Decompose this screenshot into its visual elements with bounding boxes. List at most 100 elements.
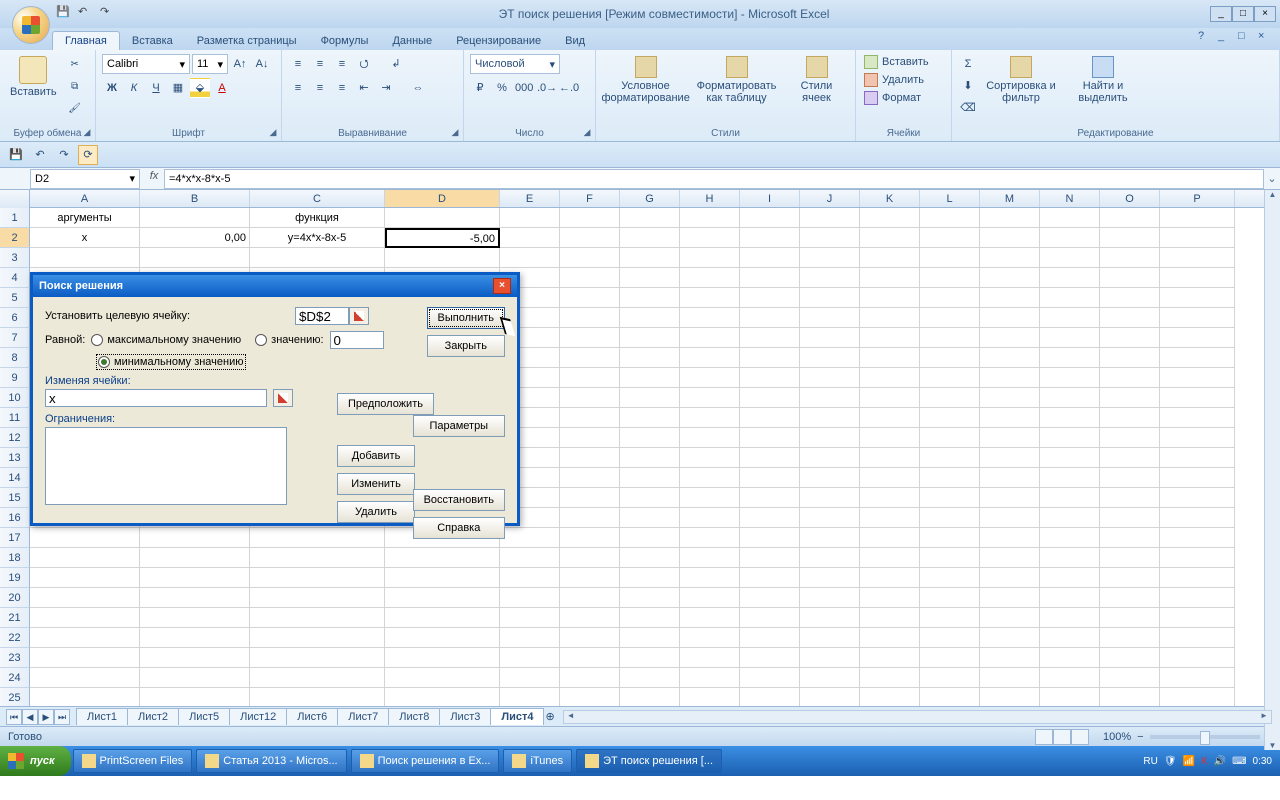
cell[interactable] (1160, 608, 1235, 628)
cell[interactable] (680, 608, 740, 628)
column-header[interactable]: K (860, 190, 920, 207)
cell[interactable] (800, 548, 860, 568)
cell[interactable] (980, 428, 1040, 448)
cell[interactable] (740, 268, 800, 288)
column-header[interactable]: G (620, 190, 680, 207)
cell[interactable] (1160, 288, 1235, 308)
cell[interactable] (1160, 508, 1235, 528)
cell[interactable] (860, 288, 920, 308)
cell[interactable] (740, 628, 800, 648)
page-layout-view-icon[interactable] (1053, 729, 1071, 745)
cell[interactable] (1160, 668, 1235, 688)
radio-min[interactable]: минимальному значению (97, 355, 245, 369)
cell[interactable] (1160, 648, 1235, 668)
orientation-icon[interactable]: ⭯ (354, 54, 374, 74)
sheet-tab[interactable]: Лист5 (178, 708, 230, 725)
cell[interactable] (500, 628, 560, 648)
cell[interactable] (620, 568, 680, 588)
ribbon-tab[interactable]: Разметка страницы (185, 32, 309, 50)
maximize-button[interactable]: □ (1232, 6, 1254, 22)
column-header[interactable]: F (560, 190, 620, 207)
cell[interactable] (920, 308, 980, 328)
cell[interactable] (1040, 268, 1100, 288)
cell[interactable] (680, 588, 740, 608)
cell[interactable] (1040, 428, 1100, 448)
radio-max[interactable]: максимальному значению (91, 334, 241, 346)
cell[interactable] (920, 468, 980, 488)
merge-button[interactable]: ⇔ (398, 78, 438, 98)
ribbon-tab[interactable]: Вставка (120, 32, 185, 50)
cell[interactable] (620, 488, 680, 508)
cell[interactable] (30, 528, 140, 548)
cell[interactable] (920, 628, 980, 648)
cell[interactable] (1100, 628, 1160, 648)
cell[interactable] (1040, 668, 1100, 688)
cell[interactable] (1100, 548, 1160, 568)
align-left-icon[interactable]: ≡ (288, 78, 308, 98)
cell[interactable] (1100, 388, 1160, 408)
clear-icon[interactable]: ⌫ (958, 98, 978, 118)
cell[interactable] (800, 528, 860, 548)
cell[interactable] (620, 288, 680, 308)
cell[interactable] (500, 588, 560, 608)
cell[interactable] (1100, 408, 1160, 428)
cell[interactable] (740, 528, 800, 548)
sheet-tab[interactable]: Лист7 (337, 708, 389, 725)
cell[interactable] (620, 208, 680, 228)
column-header[interactable]: P (1160, 190, 1235, 207)
cell[interactable] (500, 668, 560, 688)
cell[interactable] (1040, 568, 1100, 588)
cell[interactable] (385, 568, 500, 588)
cell[interactable] (920, 408, 980, 428)
ribbon-tab[interactable]: Формулы (309, 32, 381, 50)
cell[interactable] (30, 628, 140, 648)
cell[interactable] (560, 568, 620, 588)
column-header[interactable]: A (30, 190, 140, 207)
cell[interactable] (860, 448, 920, 468)
cell[interactable] (920, 548, 980, 568)
cell[interactable] (680, 468, 740, 488)
cell[interactable] (620, 628, 680, 648)
lang-indicator[interactable]: RU (1143, 756, 1157, 767)
cell[interactable] (680, 288, 740, 308)
cell[interactable] (1040, 288, 1100, 308)
clipboard-launcher-icon[interactable]: ◢ (81, 127, 93, 139)
cell[interactable] (800, 588, 860, 608)
format-cells-button[interactable]: Формат (862, 90, 923, 106)
sheet-prev-icon[interactable]: ◀ (22, 709, 38, 725)
cell[interactable] (800, 248, 860, 268)
row-header[interactable]: 20 (0, 588, 30, 608)
cell[interactable] (800, 348, 860, 368)
tray-icon[interactable]: K (1201, 756, 1208, 767)
help-button[interactable]: Справка (413, 517, 505, 539)
cell[interactable] (1040, 488, 1100, 508)
cell[interactable] (1160, 428, 1235, 448)
row-header[interactable]: 6 (0, 308, 30, 328)
cell[interactable] (860, 668, 920, 688)
cell[interactable] (800, 228, 860, 248)
cell[interactable] (920, 428, 980, 448)
zoom-out-icon[interactable]: − (1137, 731, 1143, 743)
cell[interactable] (1160, 568, 1235, 588)
cell[interactable] (620, 388, 680, 408)
cell[interactable] (1160, 688, 1235, 706)
cell[interactable] (680, 348, 740, 368)
inc-decimal-icon[interactable]: .0→ (536, 78, 556, 98)
cell[interactable] (680, 388, 740, 408)
cut-icon[interactable]: ✂ (65, 54, 85, 74)
find-select-button[interactable]: Найти и выделить (1064, 54, 1142, 106)
row-header[interactable]: 19 (0, 568, 30, 588)
cell[interactable] (30, 688, 140, 706)
font-size-combo[interactable]: 11▾ (192, 54, 228, 74)
cell[interactable] (250, 588, 385, 608)
cell[interactable] (680, 488, 740, 508)
redo-icon[interactable]: ↷ (54, 145, 74, 165)
cell[interactable] (740, 328, 800, 348)
cell[interactable] (620, 508, 680, 528)
cell[interactable] (560, 688, 620, 706)
cell[interactable] (680, 208, 740, 228)
row-header[interactable]: 15 (0, 488, 30, 508)
row-header[interactable]: 9 (0, 368, 30, 388)
cell[interactable] (620, 648, 680, 668)
cell[interactable] (140, 248, 250, 268)
